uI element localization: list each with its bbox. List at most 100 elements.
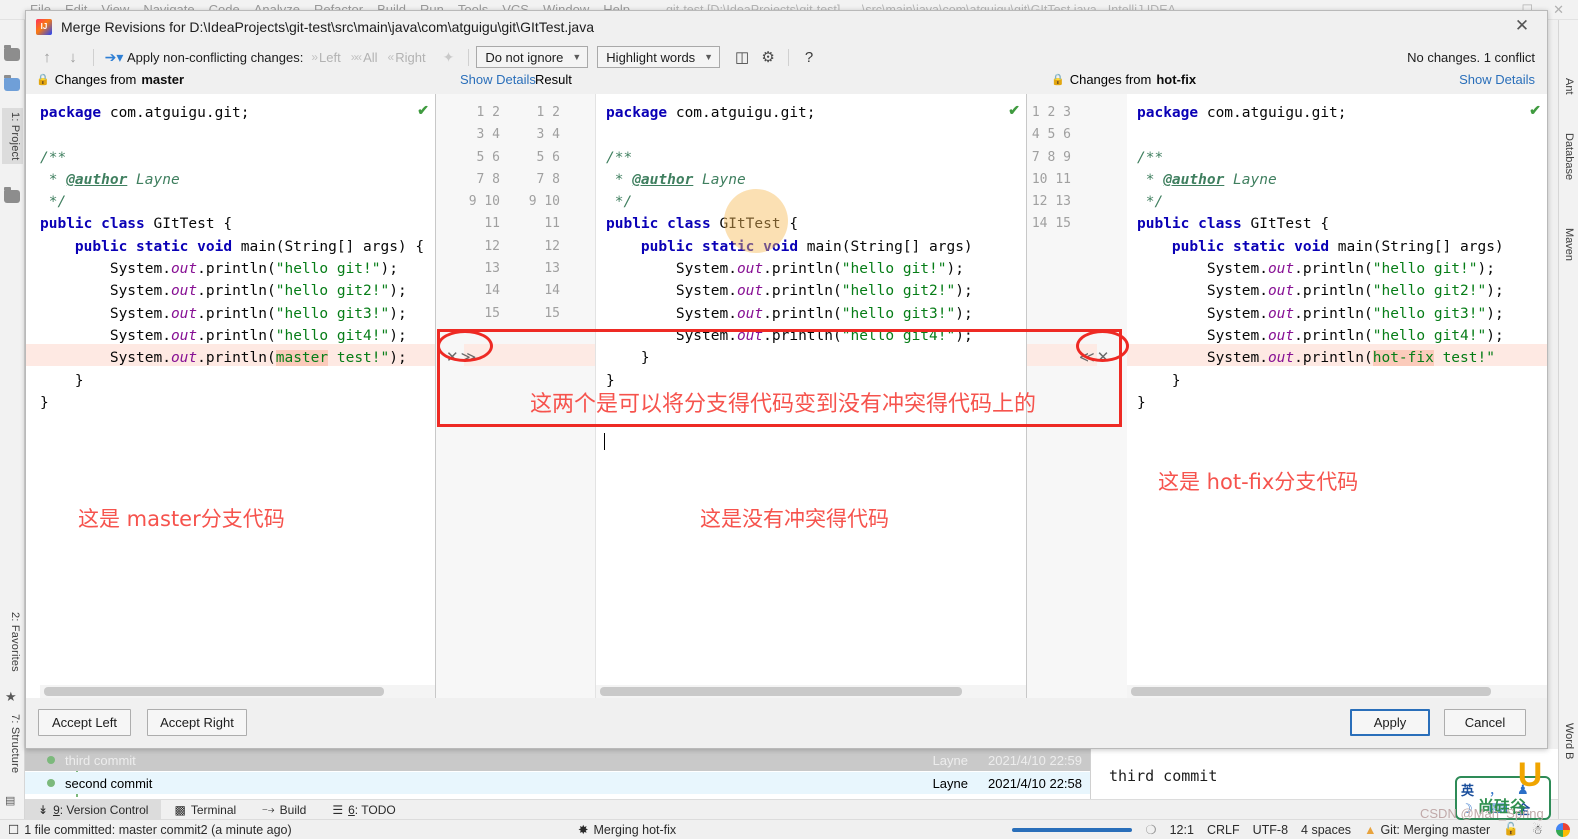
file-encoding[interactable]: UTF-8 <box>1253 823 1288 837</box>
right-code: package com.atguigu.git; /** * @author L… <box>1137 105 1504 411</box>
result-line-numbers-left: 1 2 3 4 5 6 7 8 9 10 11 12 13 14 15 <box>528 105 560 321</box>
status-left-message: ☐ 1 file committed: master commit2 (a mi… <box>8 822 292 838</box>
git-branch-status[interactable]: ▲ Git: Merging master <box>1364 823 1490 837</box>
left-diff-pane[interactable]: package com.atguigu.git; /** * @author L… <box>26 94 436 698</box>
highlight-policy-select[interactable]: Highlight words ▼ <box>597 46 721 68</box>
commit-author: Layne <box>932 775 968 791</box>
hammer-icon: ⤍ <box>262 802 275 816</box>
cancel-button[interactable]: Cancel <box>1444 709 1526 736</box>
toolbar-separator <box>93 48 94 66</box>
spinner-icon: ✸ <box>578 823 589 837</box>
left-tool-strip: 1: Project 2: Favorites ★ 7: Structure ▤ <box>0 20 25 839</box>
chevron-left-icon: « <box>387 50 395 64</box>
text-caret <box>604 433 605 450</box>
progress-bar <box>1012 827 1133 832</box>
toolbar-separator-3 <box>788 48 790 66</box>
apply-right-button[interactable]: « Right <box>388 50 426 65</box>
right-valid-check-icon: ✔ <box>1529 102 1541 118</box>
right-diff-pane[interactable]: package com.atguigu.git; /** * @author L… <box>1127 94 1547 698</box>
accept-right-button[interactable]: Accept Right <box>147 709 247 736</box>
apply-left-button[interactable]: » Left <box>311 50 340 65</box>
result-valid-check-icon: ✔ <box>1008 102 1020 118</box>
left-code: package com.atguigu.git; /** * @author L… <box>40 105 425 411</box>
commit-row-0[interactable]: third commit Layne 2021/4/10 22:59 <box>25 749 1090 771</box>
module-folder-icon <box>4 75 20 91</box>
chevron-down-icon: ▼ <box>704 52 714 62</box>
help-button[interactable]: ? <box>796 45 822 69</box>
accept-left-button[interactable]: Accept Left <box>38 709 131 736</box>
dialog-title: Merge Revisions for D:\IdeaProjects\git-… <box>61 18 594 35</box>
sidebar-item-maven[interactable]: Maven <box>1558 225 1577 264</box>
sidebar-item-project[interactable]: 1: Project <box>2 108 23 165</box>
close-icon[interactable]: ✕ <box>1553 2 1564 18</box>
star-icon: ★ <box>5 689 17 704</box>
tab-build[interactable]: ⤍ Build <box>249 800 319 820</box>
conflict-status-text: No changes. 1 conflict <box>1407 49 1535 65</box>
indent-setting[interactable]: 4 spaces <box>1301 823 1351 837</box>
commit-message: third commit <box>65 752 136 768</box>
annotation-text-mid: 这是没有冲突得代码 <box>700 507 889 531</box>
inspector-icon[interactable]: ☃ <box>1532 822 1543 837</box>
collapse-unchanged-icon[interactable]: ◫ <box>729 45 755 69</box>
next-difference-button[interactable]: ↓ <box>60 45 86 69</box>
left-panel-header: 🔒 Changes from master <box>36 72 184 87</box>
structure-folder-icon <box>4 187 20 203</box>
ignore-change-icon[interactable]: ✕ <box>1097 348 1110 366</box>
stop-icon[interactable]: ❍ <box>1145 822 1156 837</box>
commit-detail-message: third commit <box>1109 767 1218 785</box>
commit-dot-icon <box>47 756 55 764</box>
chevron-down-icon: ▼ <box>572 52 582 62</box>
commit-date: 2021/4/10 22:59 <box>988 752 1082 768</box>
gear-icon[interactable]: ⚙ <box>755 45 781 69</box>
tab-version-control[interactable]: ↡ 9: Version Control <box>25 799 162 820</box>
left-valid-check-icon: ✔ <box>417 102 429 118</box>
apply-all-button[interactable]: »« All <box>351 50 378 65</box>
apply-change-right-icon[interactable]: ≫ <box>461 348 477 366</box>
lock-icon[interactable]: 🔓 <box>1503 822 1519 837</box>
result-line-numbers-right: 1 2 3 4 5 6 7 8 9 10 11 12 13 14 15 <box>1031 105 1071 232</box>
commit-date: 2021/4/10 22:58 <box>988 775 1082 791</box>
commit-row-1[interactable]: second commit Layne 2021/4/10 22:58 <box>25 772 1090 794</box>
sidebar-item-favorites[interactable]: 2: Favorites <box>2 608 23 676</box>
project-folder-icon <box>4 45 20 61</box>
result-hscrollbar[interactable] <box>600 687 962 696</box>
lock-icon: 🔒 <box>36 74 50 86</box>
commit-author: Layne <box>932 752 968 768</box>
result-right-gutter: 1 2 3 4 5 6 7 8 9 10 11 12 13 14 15 ≪ ✕ <box>1027 94 1127 698</box>
caret-position[interactable]: 12:1 <box>1170 823 1194 837</box>
annotation-text-left: 这是 master分支代码 <box>78 507 285 531</box>
left-show-details-link[interactable]: Show Details <box>460 72 536 87</box>
tab-todo[interactable]: ☰ 6: TODO <box>319 800 408 820</box>
apply-all-icon[interactable]: ➔▾ <box>101 49 127 66</box>
tab-terminal[interactable]: ▩ Terminal <box>161 800 249 820</box>
right-tool-strip: Ant Database Maven Word B <box>1558 20 1578 839</box>
sidebar-item-structure[interactable]: 7: Structure <box>2 710 23 777</box>
sidebar-item-wordbook[interactable]: Word B <box>1558 720 1577 762</box>
line-separator[interactable]: CRLF <box>1207 823 1240 837</box>
sidebar-item-database[interactable]: Database <box>1558 130 1577 183</box>
left-hscrollbar[interactable] <box>44 687 384 696</box>
left-change-marker <box>464 344 595 366</box>
annotation-text-box: 这两个是可以将分支得代码变到没有冲突得代码上的 <box>530 392 1037 417</box>
toolbar-separator-2 <box>468 48 470 66</box>
status-progress-message: ✸ Merging hot-fix <box>578 822 677 838</box>
previous-difference-button[interactable]: ↑ <box>34 45 60 69</box>
right-show-details-link[interactable]: Show Details <box>1459 72 1535 87</box>
merge-revisions-dialog: Merge Revisions for D:\IdeaProjects\git-… <box>25 10 1548 749</box>
right-hscrollbar[interactable] <box>1131 687 1491 696</box>
annotation-text-right: 这是 hot-fix分支代码 <box>1158 470 1359 494</box>
brand-logo-icon: U <box>1517 756 1543 794</box>
sidebar-item-ant[interactable]: Ant <box>1558 75 1577 98</box>
right-conflict-actions[interactable]: ≪ ✕ <box>1079 348 1109 366</box>
apply-button[interactable]: Apply <box>1350 709 1430 736</box>
dialog-close-button[interactable]: ✕ <box>1503 13 1541 39</box>
dialog-toolbar: ↑ ↓ ➔▾ Apply non-conflicting changes: » … <box>26 42 1547 72</box>
left-conflict-actions[interactable]: ✕ ≫ <box>446 348 476 366</box>
google-icon[interactable] <box>1556 822 1570 837</box>
ignore-policy-select[interactable]: Do not ignore ▼ <box>476 46 589 68</box>
result-panel-header: Result <box>535 72 572 87</box>
chevron-right-icon: » <box>311 50 318 64</box>
magic-resolve-icon[interactable]: ✦ <box>443 49 455 66</box>
apply-change-left-icon[interactable]: ≪ <box>1079 348 1095 366</box>
ignore-change-icon[interactable]: ✕ <box>446 348 459 366</box>
